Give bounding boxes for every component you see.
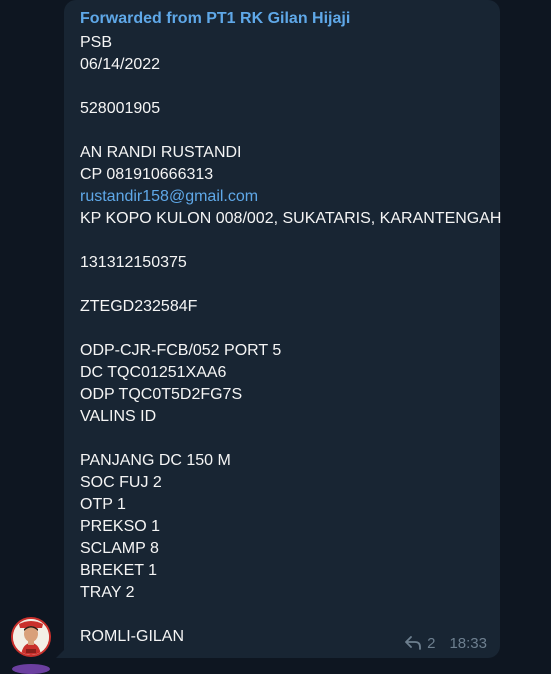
email-link[interactable]: rustandir158@gmail.com (80, 186, 495, 208)
message-line: ODP TQC0T5D2FG7S (80, 386, 243, 403)
message-line: PREKSO 1 (80, 518, 161, 535)
message-line: CP 081910666313 (80, 166, 214, 183)
message-line: VALINS ID (80, 408, 157, 425)
message-line: 528001905 (80, 100, 161, 117)
message-time: 18:33 (449, 634, 487, 652)
user-avatar[interactable] (11, 617, 51, 657)
forward-count: 2 (427, 634, 436, 652)
message-line: 06/14/2022 (80, 56, 161, 73)
message-line: KP KOPO KULON 008/002, SUKATARIS, KARANT… (80, 210, 502, 227)
message-line: OTP 1 (80, 496, 126, 513)
avatar-image (13, 619, 49, 655)
message-line: ODP-CJR-FCB/052 PORT 5 (80, 342, 282, 359)
message-line: BREKET 1 (80, 562, 158, 579)
forwarded-from-link[interactable]: Forwarded from PT1 RK Gilan Hijaji (80, 10, 350, 28)
message-line (80, 274, 495, 296)
message-line: DC TQC01251XAA6 (80, 364, 227, 381)
message-line (80, 230, 495, 252)
message-line: 131312150375 (80, 254, 187, 271)
next-avatar-partial (12, 664, 50, 674)
message-line (80, 318, 495, 340)
message-line: SOC FUJ 2 (80, 474, 162, 491)
message-meta: 2 18:33 (405, 632, 487, 654)
message-text: PSB 06/14/2022 528001905 AN RANDI RUSTAN… (80, 32, 502, 648)
message-line (80, 428, 495, 450)
forward-arrow-icon[interactable] (405, 636, 422, 650)
message-line: PSB (80, 34, 113, 51)
message-line: AN RANDI RUSTANDI (80, 144, 242, 161)
message-line (80, 76, 495, 98)
message-line: PANJANG DC 150 M (80, 452, 231, 469)
message-line: SCLAMP 8 (80, 540, 159, 557)
message-line (80, 120, 495, 142)
message-line: TRAY 2 (80, 584, 135, 601)
message-line: ZTEGD232584F (80, 298, 198, 315)
message-line (80, 604, 495, 626)
